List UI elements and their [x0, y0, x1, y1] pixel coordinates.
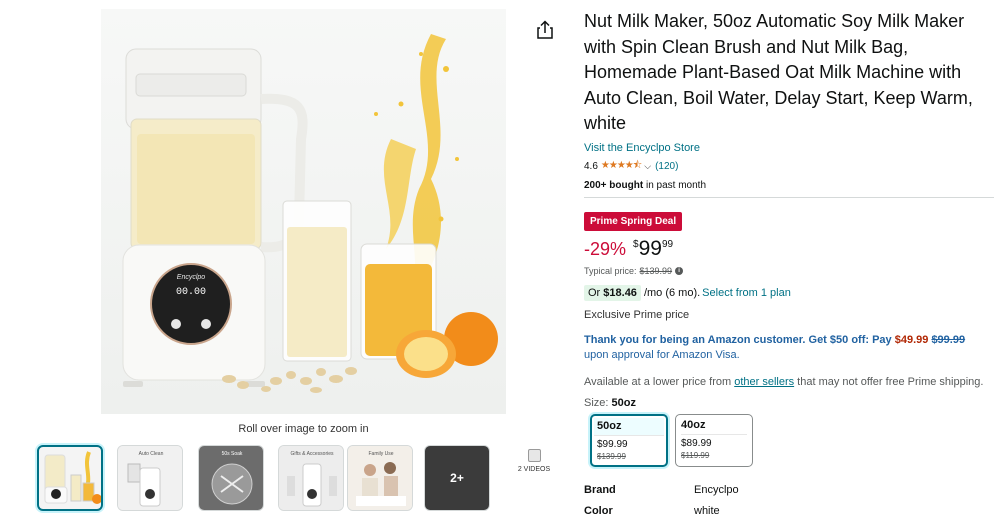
family-thumbnail-icon[interactable]: Family Use [347, 445, 413, 511]
price-whole: 99 [638, 236, 662, 260]
divider [584, 196, 994, 198]
rating-row: 4.6 ★★★★⯪ ⌵ (120) [584, 158, 994, 175]
product-details: Nut Milk Maker, 50oz Automatic Soy Milk … [584, 9, 994, 521]
bought-count: 200+ bought in past month [584, 179, 706, 191]
price-row: -29% $ 99 99 [584, 236, 994, 260]
lower-price-note: Available at a lower price from other se… [584, 375, 984, 388]
svg-text:Gifts & Accessories: Gifts & Accessories [290, 451, 334, 457]
product-thumbnail-icon[interactable] [37, 445, 103, 511]
size-option-50oz[interactable]: 50oz $99.99 $139.99 [590, 414, 668, 467]
product-title: Nut Milk Maker, 50oz Automatic Soy Milk … [584, 11, 973, 133]
select-plan-link[interactable]: Select from 1 plan [702, 287, 791, 299]
product-photo-illustration: Encyclpo 00.00 [122, 34, 498, 393]
spec-row-color: Color white [584, 504, 720, 517]
product-specs: Brand Encyclpo Color white [584, 479, 994, 521]
size-label: Size: 50oz [584, 397, 636, 409]
more-images-thumbnail-icon[interactable]: 2+ [424, 445, 490, 511]
price-fraction: 99 [661, 238, 674, 250]
zoom-hint: Roll over image to zoom in [238, 423, 369, 435]
milk-glass-illustration [282, 200, 352, 362]
milk-maker-machine-illustration [122, 48, 308, 387]
chevron-down-icon[interactable]: ⌵ [644, 161, 651, 172]
star-rating-icon[interactable]: ★★★★⯪ [601, 158, 642, 175]
typical-price-value: $139.99 [639, 265, 673, 276]
deal-badge: Prime Spring Deal [584, 211, 683, 231]
rating-count-link[interactable]: (120) [655, 161, 678, 172]
device-display-readout: 00.00 [176, 287, 206, 298]
juice-splash-illustration [383, 139, 416, 249]
typical-price: Typical price: $139.99 i [584, 266, 994, 276]
exclusive-prime-price: Exclusive Prime price [584, 308, 690, 321]
more-images-count: 2+ [450, 471, 464, 485]
no-soak-thumbnail-icon[interactable]: 50s Soak [198, 445, 264, 511]
discount-percent: -29% [584, 238, 627, 259]
svg-text:50s Soak: 50s Soak [222, 451, 243, 457]
store-link[interactable]: Visit the Encyclpo Store [584, 142, 994, 154]
auto-clean-thumbnail-icon[interactable]: Auto Clean [117, 445, 183, 511]
accessories-thumbnail-icon[interactable]: Gifts & Accessories [278, 445, 344, 511]
device-brand-label: Encyclpo [177, 274, 206, 281]
videos-label: 2 VIDEOS [517, 466, 551, 473]
main-product-image[interactable]: Encyclpo 00.00 [101, 9, 506, 414]
videos-button[interactable]: 2 VIDEOS [516, 449, 552, 473]
visa-promo[interactable]: Thank you for being an Amazon customer. … [584, 333, 994, 364]
spec-row-brand: Brand Encyclpo [584, 483, 739, 496]
other-sellers-link[interactable]: other sellers [734, 376, 794, 388]
size-option-40oz[interactable]: 40oz $89.99 $119.99 [675, 414, 753, 467]
info-icon[interactable]: i [675, 266, 684, 275]
size-options: 50oz $99.99 $139.99 40oz $89.99 $119.99 [590, 414, 994, 467]
svg-text:Auto Clean: Auto Clean [139, 451, 164, 457]
share-icon[interactable] [536, 20, 554, 40]
monthly-term: /mo (6 mo). [643, 286, 701, 299]
video-play-icon [527, 449, 541, 462]
svg-text:Family Use: Family Use [368, 451, 393, 457]
rating-value: 4.6 [584, 160, 598, 172]
monthly-pill: Or $18.46 [584, 284, 641, 301]
monthly-payment: Or $18.46 /mo (6 mo). Select from 1 plan [584, 284, 994, 301]
